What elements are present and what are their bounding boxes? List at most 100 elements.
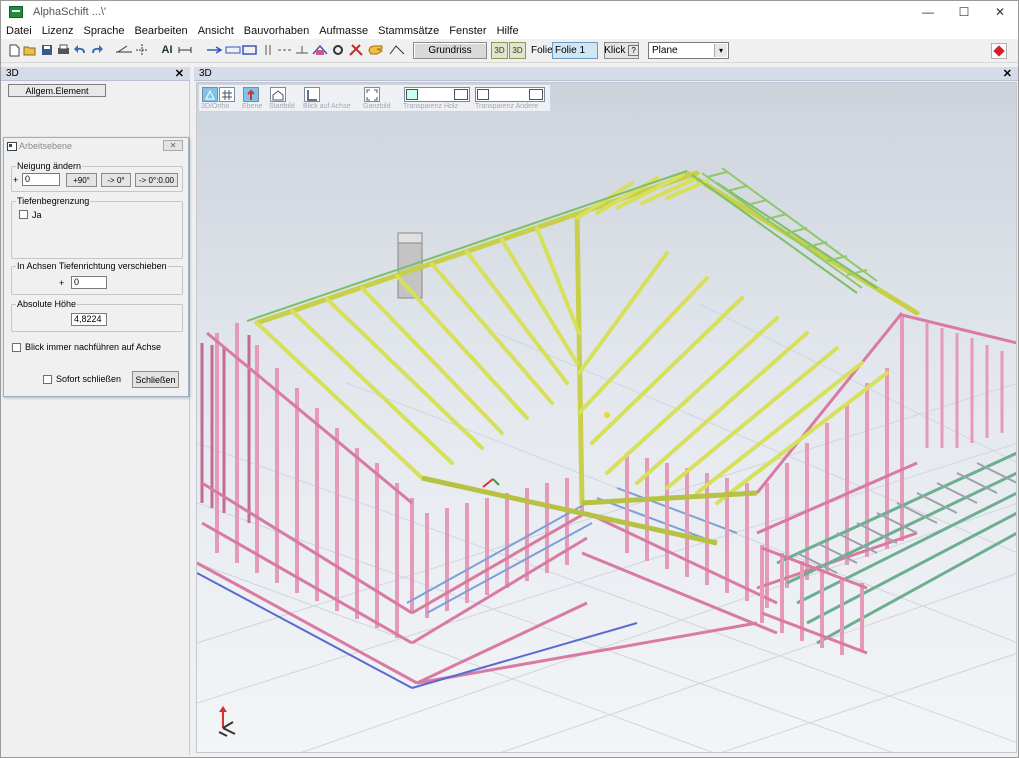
dash-line-icon[interactable]	[277, 43, 293, 57]
tool-label-blick-achse: Blick auf Achse	[303, 103, 351, 110]
hoehe-group: Absolute Höhe 4,8224	[11, 299, 183, 332]
transparenz-andere-slider[interactable]	[475, 87, 545, 102]
menu-hilfe[interactable]: Hilfe	[492, 23, 524, 39]
close-button[interactable]: ✕	[982, 1, 1018, 23]
parallel-icon[interactable]	[261, 43, 275, 57]
klick-button[interactable]: Klick ?	[604, 42, 639, 59]
schliessen-button[interactable]: Schließen	[132, 371, 179, 388]
axis-orientation-icon	[218, 706, 236, 737]
transparenz-holz-slider[interactable]	[404, 87, 470, 102]
achsen-group: In Achsen Tiefenrichtung verschieben + 0	[11, 261, 183, 295]
3d-viewport[interactable]: 3D/Ortho Ebene Startbild Blick auf Achse…	[196, 82, 1017, 753]
view-3d-a-button[interactable]: 3D	[491, 42, 508, 59]
tiefe-ja-label: Ja	[32, 210, 42, 220]
ganzbild-icon[interactable]	[364, 87, 380, 102]
angle-tool-icon[interactable]	[114, 43, 134, 57]
tool-label-ebene: Ebene	[242, 103, 263, 110]
achsen-input[interactable]: 0	[71, 276, 107, 289]
move-tool-icon[interactable]	[135, 43, 149, 57]
window-controls: — ☐ ✕	[910, 1, 1018, 23]
ortho-3d-icon[interactable]	[202, 87, 218, 102]
wall-insert-icon[interactable]	[225, 43, 241, 57]
folie-field[interactable]: Folie 1	[552, 42, 598, 59]
plane-value: Plane	[652, 45, 678, 56]
app-logo-icon	[9, 6, 23, 18]
to-zero-000-button[interactable]: -> 0°:0.00	[135, 173, 178, 187]
allgem-element-button[interactable]: Allgem.Element	[8, 84, 106, 97]
menu-bar: Datei Lizenz Sprache Bearbeiten Ansicht …	[1, 23, 1018, 39]
plus90-button[interactable]: +90°	[66, 173, 97, 187]
tools-icon[interactable]	[348, 43, 364, 57]
view-header: 3D ✕	[194, 67, 1018, 81]
klick-label: Klick	[604, 45, 626, 56]
roof-icon[interactable]	[312, 43, 328, 57]
new-file-icon[interactable]	[7, 43, 21, 57]
tool-label-transparenz-holz: Transparenz Holz	[403, 103, 458, 110]
tool-label-3d-ortho: 3D/Ortho	[201, 103, 230, 110]
3d-scene	[197, 83, 1016, 752]
red-diamond-icon[interactable]	[991, 43, 1007, 59]
chevron-down-icon[interactable]: ▾	[714, 44, 727, 57]
ebene-icon[interactable]	[243, 87, 259, 102]
menu-fenster[interactable]: Fenster	[444, 23, 491, 39]
neigung-label: Neigung ändern	[16, 161, 83, 171]
window-title: AlphaSchift ...\'	[33, 6, 107, 18]
menu-ansicht[interactable]: Ansicht	[193, 23, 239, 39]
menu-bearbeiten[interactable]: Bearbeiten	[129, 23, 192, 39]
dialog-titlebar[interactable]: Arbeitsebene ✕	[4, 138, 188, 154]
view-close-icon[interactable]: ✕	[1003, 67, 1012, 80]
blick-checkbox[interactable]	[12, 343, 21, 352]
left-panel-header: 3D ✕	[1, 67, 190, 81]
tool-label-ganzbild: Ganzbild	[363, 103, 391, 110]
sofort-label: Sofort schließen	[56, 374, 122, 384]
text-tool-icon[interactable]: AI	[159, 43, 175, 57]
view-toolbar: 3D/Ortho Ebene Startbild Blick auf Achse…	[198, 84, 551, 112]
neigung-input[interactable]: 0	[22, 173, 60, 186]
blick-label: Blick immer nachführen auf Achse	[25, 342, 162, 352]
dialog-title: Arbeitsebene	[19, 141, 73, 151]
tool-label-transparenz-andere: Transparenz Andere	[475, 103, 539, 110]
arbeitsebene-dialog: Arbeitsebene ✕ Neigung ändern + 0 +90° -…	[3, 137, 189, 397]
menu-lizenz[interactable]: Lizenz	[37, 23, 79, 39]
grundriss-button[interactable]: Grundriss	[413, 42, 487, 59]
hoehe-input[interactable]: 4,8224	[71, 313, 107, 326]
left-panel-title: 3D	[6, 68, 19, 79]
achsen-label: In Achsen Tiefenrichtung verschieben	[16, 261, 168, 271]
tiefe-ja-checkbox[interactable]	[19, 210, 28, 219]
redo-icon[interactable]	[89, 43, 103, 57]
to-zero-button[interactable]: -> 0°	[101, 173, 131, 187]
plane-dropdown[interactable]: Plane ▾	[648, 42, 729, 59]
view-3d-b-button[interactable]: 3D	[509, 42, 526, 59]
save-icon[interactable]	[40, 43, 54, 57]
wall-frame-icon[interactable]	[242, 43, 257, 57]
menu-stammsaetze[interactable]: Stammsätze	[373, 23, 444, 39]
app-window: AlphaSchift ...\' — ☐ ✕ Datei Lizenz Spr…	[0, 0, 1019, 758]
sofort-checkbox[interactable]	[43, 375, 52, 384]
undo-icon[interactable]	[73, 43, 87, 57]
blick-achse-icon[interactable]	[304, 87, 320, 102]
t-joint-icon[interactable]	[295, 43, 309, 57]
achsen-plus: +	[59, 278, 65, 288]
open-folder-icon[interactable]	[23, 43, 37, 57]
menu-bauvorhaben[interactable]: Bauvorhaben	[239, 23, 314, 39]
hoehe-label: Absolute Höhe	[16, 299, 78, 309]
startbild-icon[interactable]	[270, 87, 286, 102]
menu-datei[interactable]: Datei	[1, 23, 37, 39]
neigung-group: Neigung ändern + 0 +90° -> 0° -> 0°:0.00	[11, 161, 183, 192]
arrow-right-icon[interactable]	[206, 43, 224, 57]
left-panel-close-icon[interactable]: ✕	[175, 67, 184, 80]
print-icon[interactable]	[56, 43, 70, 57]
ortho-grid-icon[interactable]	[219, 87, 235, 102]
tiefenbegrenzung-label: Tiefenbegrenzung	[16, 196, 91, 206]
menu-sprache[interactable]: Sprache	[78, 23, 129, 39]
hand-icon[interactable]	[367, 43, 385, 57]
gear-icon[interactable]	[331, 43, 345, 57]
minimize-button[interactable]: —	[910, 1, 946, 23]
menu-aufmasse[interactable]: Aufmasse	[314, 23, 373, 39]
dialog-app-icon	[7, 142, 17, 153]
dialog-close-button[interactable]: ✕	[163, 140, 183, 151]
slope-line-icon[interactable]	[389, 43, 405, 57]
dimension-tool-icon[interactable]	[178, 43, 192, 57]
maximize-button[interactable]: ☐	[946, 1, 982, 23]
tool-label-startbild: Startbild	[269, 103, 295, 110]
